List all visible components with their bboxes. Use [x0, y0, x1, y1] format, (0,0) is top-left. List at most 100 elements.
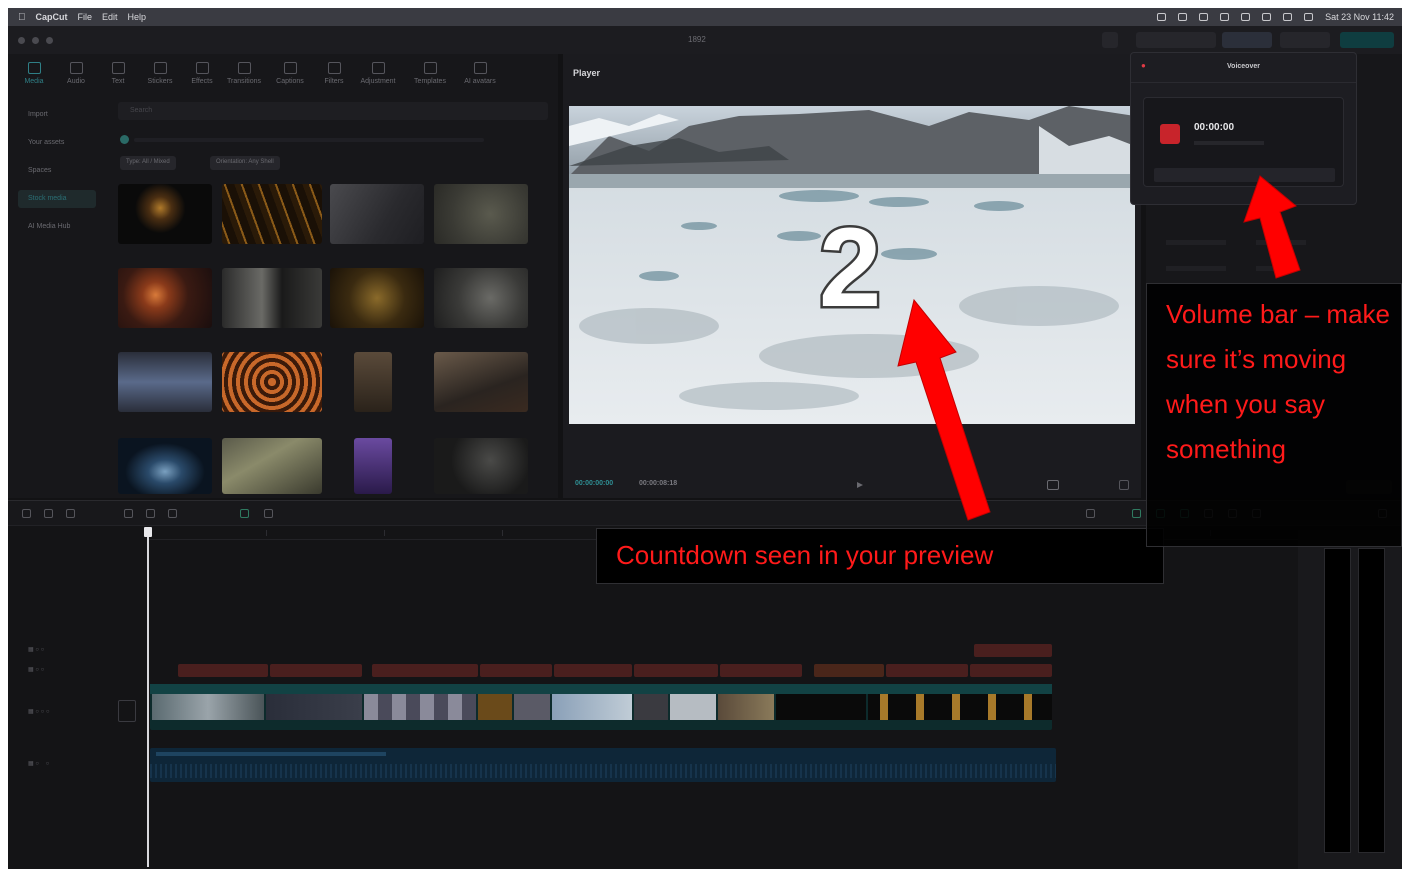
video-clip[interactable]: [868, 694, 1052, 720]
media-thumbnail[interactable]: [330, 268, 424, 328]
media-thumbnail[interactable]: [118, 352, 212, 412]
sidebar-item-spaces[interactable]: Spaces: [18, 162, 96, 180]
aspect-ratio-icon[interactable]: [1047, 480, 1059, 490]
text-clip[interactable]: [970, 664, 1052, 677]
wifi-icon[interactable]: [1262, 13, 1272, 21]
video-clip[interactable]: [478, 694, 512, 720]
tool-effects[interactable]: Effects: [182, 62, 222, 85]
video-clip[interactable]: [552, 694, 632, 720]
sidebar-item-stock-media[interactable]: Stock media: [18, 190, 96, 208]
tool-audio[interactable]: Audio: [56, 62, 96, 85]
tool-captions[interactable]: Captions: [270, 62, 310, 85]
audio-track-clip[interactable]: [150, 748, 1056, 782]
video-clip[interactable]: [670, 694, 716, 720]
media-thumbnail[interactable]: [118, 268, 212, 328]
snap-icon[interactable]: [1086, 509, 1095, 518]
record-stop-button[interactable]: [1160, 124, 1180, 144]
tool-stickers[interactable]: Stickers: [140, 62, 180, 85]
track-controls[interactable]: ▦ ○ ○: [28, 760, 49, 767]
sidebar-item-your-assets[interactable]: Your assets: [18, 134, 96, 152]
battery-icon[interactable]: [1241, 13, 1251, 21]
window-close-button[interactable]: [18, 37, 25, 44]
sidebar-item-ai-media[interactable]: AI Media Hub: [18, 218, 96, 236]
media-thumbnail[interactable]: [434, 352, 528, 412]
redo-icon[interactable]: [66, 509, 75, 518]
menu-app-name[interactable]: CapCut: [36, 12, 68, 22]
text-clip[interactable]: [270, 664, 362, 677]
select-tool-icon[interactable]: [22, 509, 31, 518]
link-icon[interactable]: [1132, 509, 1141, 518]
window-zoom-button[interactable]: [46, 37, 53, 44]
share-button[interactable]: [1280, 32, 1330, 48]
playhead[interactable]: [147, 527, 149, 867]
tool-ai-avatars[interactable]: AI avatars: [460, 62, 500, 85]
media-thumbnail[interactable]: [354, 352, 392, 412]
undo-icon[interactable]: [44, 509, 53, 518]
tool-media[interactable]: Media: [14, 62, 54, 85]
text-clip[interactable]: [634, 664, 718, 677]
fullscreen-icon[interactable]: [1119, 480, 1129, 490]
crop-icon[interactable]: [168, 509, 177, 518]
text-clip[interactable]: [554, 664, 632, 677]
video-clip[interactable]: [718, 694, 774, 720]
text-clip[interactable]: [886, 664, 968, 677]
tool-transitions[interactable]: Transitions: [224, 62, 264, 85]
track-controls[interactable]: ▦ ○ ○ ○: [28, 708, 50, 715]
status-icon[interactable]: [1178, 13, 1188, 21]
cover-button[interactable]: [118, 700, 136, 722]
media-thumbnail[interactable]: [434, 268, 528, 328]
media-thumbnail[interactable]: [354, 438, 392, 494]
media-thumbnail[interactable]: [434, 438, 528, 494]
control-center-icon[interactable]: [1304, 13, 1314, 21]
menu-file[interactable]: File: [78, 12, 93, 22]
text-clip[interactable]: [814, 664, 884, 677]
delete-icon[interactable]: [146, 509, 155, 518]
layout-button[interactable]: [1102, 32, 1118, 48]
sidebar-item-import[interactable]: Import: [18, 106, 96, 124]
text-clip[interactable]: [974, 644, 1052, 657]
menu-edit[interactable]: Edit: [102, 12, 118, 22]
media-thumbnail[interactable]: [118, 438, 212, 494]
status-icon[interactable]: [1157, 13, 1167, 21]
record-icon[interactable]: [240, 509, 249, 518]
media-thumbnail[interactable]: [222, 438, 322, 494]
media-thumbnail[interactable]: [222, 268, 322, 328]
video-clip[interactable]: [266, 694, 362, 720]
export-button[interactable]: [1340, 32, 1394, 48]
media-thumbnail[interactable]: [222, 352, 322, 412]
media-thumbnail[interactable]: [222, 184, 322, 244]
track-controls[interactable]: ▦ ○ ○: [28, 646, 44, 653]
media-thumbnail[interactable]: [330, 184, 424, 244]
video-clip[interactable]: [152, 694, 264, 720]
track-controls[interactable]: ▦ ○ ○: [28, 666, 44, 673]
tool-templates[interactable]: Templates: [410, 62, 450, 85]
text-clip[interactable]: [720, 664, 802, 677]
status-icon[interactable]: [1199, 13, 1209, 21]
tool-filters[interactable]: Filters: [314, 62, 354, 85]
video-clip[interactable]: [514, 694, 550, 720]
split-icon[interactable]: [124, 509, 133, 518]
window-minimize-button[interactable]: [32, 37, 39, 44]
media-thumbnail[interactable]: [118, 184, 212, 244]
playhead-handle[interactable]: [144, 527, 152, 537]
text-clip[interactable]: [480, 664, 552, 677]
text-clip[interactable]: [178, 664, 268, 677]
upgrade-button[interactable]: [1222, 32, 1272, 48]
video-preview[interactable]: 2: [569, 106, 1135, 424]
apple-icon[interactable]: : [18, 12, 26, 23]
video-clip[interactable]: [364, 694, 476, 720]
play-icon[interactable]: [857, 482, 863, 488]
filter-type-chip[interactable]: Type: All / Mixed: [120, 156, 176, 170]
video-clip[interactable]: [634, 694, 668, 720]
status-icon[interactable]: [1220, 13, 1230, 21]
video-clip[interactable]: [776, 694, 866, 720]
search-input[interactable]: Search: [118, 102, 548, 120]
filter-orientation-chip[interactable]: Orientation: Any Shell: [210, 156, 280, 170]
text-clip[interactable]: [372, 664, 478, 677]
menu-bar-clock[interactable]: Sat 23 Nov 11:42: [1325, 12, 1394, 22]
marker-icon[interactable]: [264, 509, 273, 518]
main-video-track[interactable]: [150, 684, 1052, 730]
tool-adjustment[interactable]: Adjustment: [358, 62, 398, 85]
tool-text[interactable]: Text: [98, 62, 138, 85]
account-button[interactable]: [1136, 32, 1216, 48]
